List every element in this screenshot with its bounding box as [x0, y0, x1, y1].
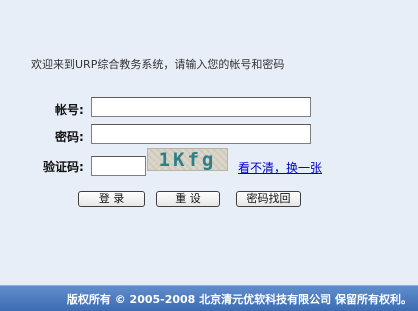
- password-label: 密码:: [55, 130, 84, 144]
- login-button[interactable]: 登 录: [78, 191, 145, 207]
- reset-button[interactable]: 重 设: [156, 191, 220, 207]
- copyright-text: 版权所有 © 2005-2008 北京清元优软科技有限公司 保留所有权利。: [66, 293, 412, 306]
- captcha-input[interactable]: [91, 156, 146, 176]
- password-input[interactable]: [91, 124, 311, 144]
- account-input[interactable]: [91, 97, 311, 117]
- password-recovery-button[interactable]: 密码找回: [236, 191, 301, 207]
- captcha-label: 验证码:: [43, 160, 84, 174]
- footer-bar: 版权所有 © 2005-2008 北京清元优软科技有限公司 保留所有权利。: [0, 285, 418, 311]
- captcha-image-text: 1Kfg: [158, 148, 217, 171]
- refresh-captcha-link[interactable]: 看不清，换一张: [238, 159, 322, 176]
- captcha-image[interactable]: 1Kfg: [147, 148, 228, 171]
- welcome-message: 欢迎来到URP综合教务系统，请输入您的帐号和密码: [31, 58, 285, 71]
- account-label: 帐号:: [55, 103, 84, 117]
